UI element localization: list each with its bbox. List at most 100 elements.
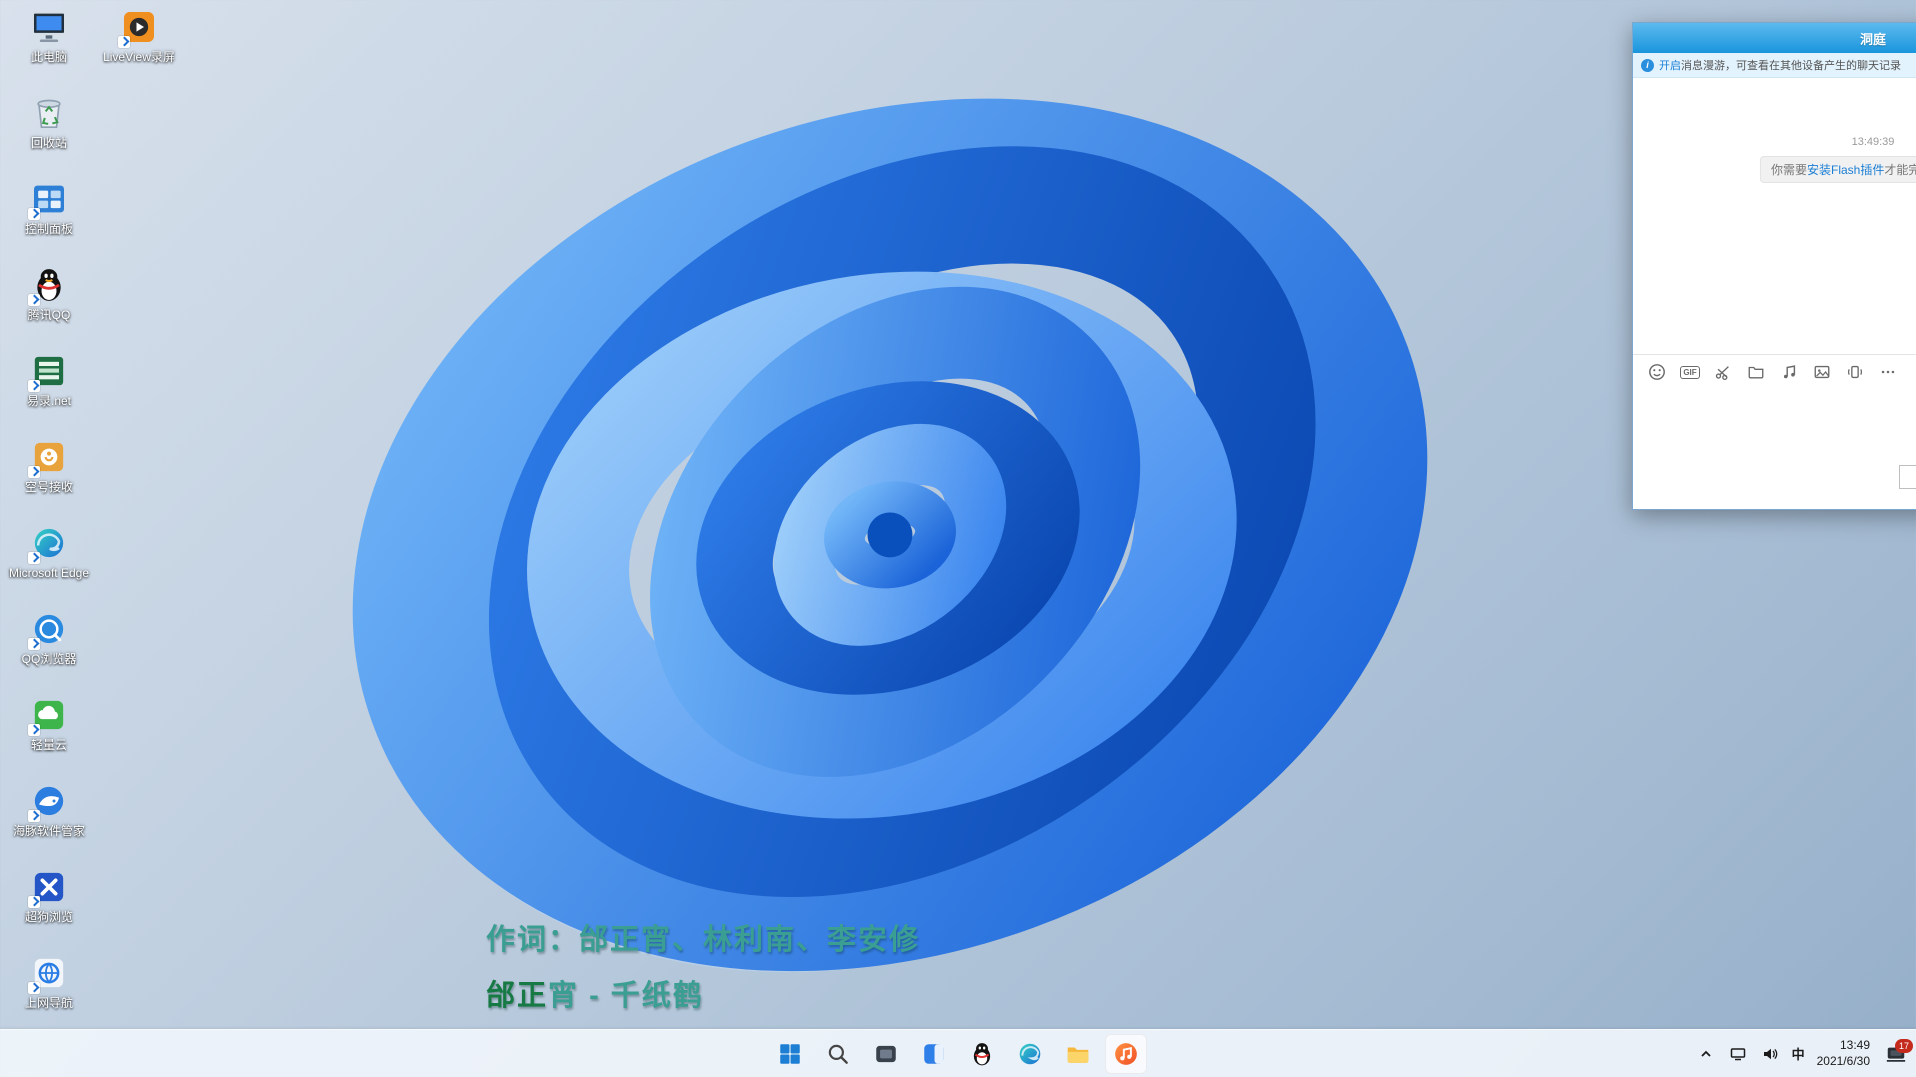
shake-window-icon[interactable]: [1845, 362, 1865, 382]
desktop-icon-qq-browser[interactable]: QQ浏览器: [6, 608, 92, 694]
taskbar: 中 13:49 2021/6/30 17: [0, 1029, 1916, 1077]
qq-penguin-icon: [969, 1041, 995, 1067]
tray-overflow-chevron[interactable]: [1696, 1044, 1716, 1064]
konghao-icon: [28, 436, 70, 478]
icon-label: 易录.net: [27, 395, 71, 409]
message-text-post: 才能完整显示QQ: [1884, 163, 1916, 177]
clock-and-date[interactable]: 13:49 2021/6/30: [1817, 1038, 1870, 1069]
search-button[interactable]: [817, 1034, 859, 1074]
taskbar-edge-button[interactable]: [1009, 1034, 1051, 1074]
qq-message-input-area[interactable]: [1633, 389, 1916, 509]
roaming-notice-text: 消息漫游，可查看在其他设备产生的聊天记录: [1681, 57, 1901, 73]
desktop-icon-yilu-net[interactable]: 易录.net: [6, 350, 92, 436]
tray-date: 2021/6/30: [1817, 1054, 1870, 1070]
qq-window-titlebar[interactable]: 洞庭: [1633, 23, 1916, 53]
windows-logo-icon: [777, 1041, 803, 1067]
icon-label: 轻量云: [31, 739, 67, 753]
task-view-icon: [873, 1041, 899, 1067]
system-message-bubble: 你需要安装Flash插件才能完整显示QQ: [1760, 156, 1916, 183]
music-icon[interactable]: [1779, 362, 1799, 382]
message-timestamp: 13:49:39: [1633, 136, 1916, 148]
info-icon: i: [1641, 59, 1654, 72]
icon-label: 上网导航: [25, 997, 73, 1011]
icon-label: LiveView录屏: [103, 51, 175, 65]
icon-label: 空号接收: [25, 481, 73, 495]
qq-input-toolbar: GIF: [1633, 354, 1916, 389]
music-note-icon: [1113, 1041, 1139, 1067]
widgets-button[interactable]: [913, 1034, 955, 1074]
desktop-icon-this-pc[interactable]: 此电脑: [6, 6, 92, 92]
file-explorer-button[interactable]: [1057, 1034, 1099, 1074]
ime-indicator[interactable]: 中: [1792, 1044, 1805, 1063]
desktop-icon-haitun-guanjia[interactable]: 海豚软件管家: [6, 780, 92, 866]
chaogou-icon: [28, 866, 70, 908]
shangwang-daohang-icon: [28, 952, 70, 994]
icon-label: 腾讯QQ: [28, 309, 71, 323]
image-icon[interactable]: [1812, 362, 1832, 382]
edge-icon: [28, 522, 70, 564]
this-pc-icon: [28, 6, 70, 48]
desktop-icon-column-2: LiveView录屏: [96, 6, 182, 92]
lyrics-line1: 作词：邰正宵、林利南、李安修: [486, 916, 920, 958]
qq-chat-window: 洞庭 i 开启 消息漫游，可查看在其他设备产生的聊天记录 13:49:39 你需…: [1632, 22, 1916, 510]
desktop-icon-tencent-qq[interactable]: 腾讯QQ: [6, 264, 92, 350]
edge-icon: [1017, 1041, 1043, 1067]
icon-label: Microsoft Edge: [9, 567, 89, 581]
more-tools-icon[interactable]: [1878, 362, 1898, 382]
desktop-icon-konghao[interactable]: 空号接收: [6, 436, 92, 522]
desktop-icon-microsoft-edge[interactable]: Microsoft Edge: [6, 522, 92, 608]
screenshot-scissors-icon[interactable]: [1713, 362, 1733, 382]
icon-label: 回收站: [31, 137, 67, 151]
qingliangyun-icon: [28, 694, 70, 736]
message-text-pre: 你需要: [1771, 163, 1807, 177]
icon-label: 超狗浏览: [25, 911, 73, 925]
lyrics-line2: 邰正宵 - 千纸鹤: [486, 972, 920, 1014]
system-tray: 中 13:49 2021/6/30 17: [1696, 1030, 1910, 1077]
taskbar-center-group: [769, 1030, 1147, 1077]
desktop-icon-shangwang-daohang[interactable]: 上网导航: [6, 952, 92, 1038]
install-flash-link[interactable]: 安装Flash插件: [1807, 163, 1884, 177]
yilu-net-icon: [28, 350, 70, 392]
desktop-icon-liveview[interactable]: LiveView录屏: [96, 6, 182, 92]
qq-input-corner-box: [1899, 465, 1916, 489]
icon-label: 控制面板: [25, 223, 73, 237]
desktop-icon-column-1: 此电脑 回收站 控制面板 腾讯QQ 易录.net 空号接收 Mi: [6, 6, 92, 1038]
desktop-icon-recycle-bin[interactable]: 回收站: [6, 92, 92, 178]
gif-icon[interactable]: GIF: [1680, 362, 1700, 382]
qq-roaming-notice-bar: i 开启 消息漫游，可查看在其他设备产生的聊天记录: [1633, 53, 1916, 78]
recycle-bin-icon: [28, 92, 70, 134]
enable-roaming-link[interactable]: 开启: [1659, 57, 1681, 73]
start-button[interactable]: [769, 1034, 811, 1074]
qq-window-title: 洞庭: [1860, 29, 1886, 48]
qq-browser-icon: [28, 608, 70, 650]
folder-icon: [1065, 1041, 1091, 1067]
file-folder-icon[interactable]: [1746, 362, 1766, 382]
desktop-icon-control-panel[interactable]: 控制面板: [6, 178, 92, 264]
music-player-button-active[interactable]: [1105, 1034, 1147, 1074]
volume-icon[interactable]: [1760, 1044, 1780, 1064]
chevron-up-icon: [1698, 1046, 1714, 1062]
emoji-icon[interactable]: [1647, 362, 1667, 382]
icon-label: 海豚软件管家: [13, 825, 85, 839]
search-icon: [825, 1041, 851, 1067]
icon-label: QQ浏览器: [22, 653, 77, 667]
control-panel-icon: [28, 178, 70, 220]
widgets-icon: [921, 1041, 947, 1067]
lyrics-line2-sung: 邰正: [486, 980, 548, 1012]
desktop-icon-qingliangyun[interactable]: 轻量云: [6, 694, 92, 780]
haitun-guanjia-icon: [28, 780, 70, 822]
taskbar-qq-button[interactable]: [961, 1034, 1003, 1074]
notification-count-badge: 17: [1895, 1039, 1913, 1053]
wallpaper-bloom: [230, 30, 1550, 1050]
liveview-icon: [118, 6, 160, 48]
desktop-icon-chaogou[interactable]: 超狗浏览: [6, 866, 92, 952]
qq-chat-history[interactable]: 13:49:39 你需要安装Flash插件才能完整显示QQ: [1633, 78, 1916, 354]
qq-icon: [28, 264, 70, 306]
lyrics-line2-rest: 宵 - 千纸鹤: [548, 980, 704, 1012]
lyrics-overlay: 作词：邰正宵、林利南、李安修 邰正宵 - 千纸鹤: [486, 916, 920, 1014]
task-view-button[interactable]: [865, 1034, 907, 1074]
notification-center-button[interactable]: 17: [1882, 1042, 1910, 1066]
icon-label: 此电脑: [31, 51, 67, 65]
gif-label: GIF: [1680, 366, 1699, 379]
network-status-icon[interactable]: [1728, 1044, 1748, 1064]
